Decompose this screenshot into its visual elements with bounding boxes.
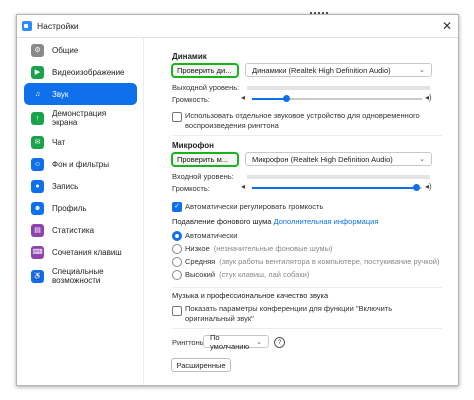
- microphone-volume-fill: [252, 187, 417, 189]
- settings-window: Настройки ✕ ⚙ Общие ▶ Видеоизображение ♫ Звук…: [16, 14, 459, 386]
- advanced-button[interactable]: Расширенные: [171, 358, 231, 372]
- noise-option-label: Высокий: [185, 270, 216, 279]
- chevron-down-icon: ⌄: [419, 156, 425, 163]
- noise-option-label: Низкое: [185, 244, 210, 253]
- speaker-device-value: Динамики (Realtek High Definition Audio): [252, 65, 391, 75]
- speaker-volume-slider[interactable]: [252, 95, 422, 102]
- noise-option-row: Высокий (стук клавиш, лай собаки): [185, 270, 309, 279]
- noise-option-radio[interactable]: [172, 231, 182, 241]
- more-info-link[interactable]: Дополнительная информация: [274, 217, 379, 226]
- original-sound-checkbox[interactable]: [172, 306, 182, 316]
- speaker-volume-thumb[interactable]: [282, 95, 290, 102]
- noise-option-radio[interactable]: [172, 244, 182, 254]
- microphone-heading: Микрофон: [172, 141, 214, 150]
- separate-device-label: Использовать отдельное звуковое устройст…: [185, 111, 420, 130]
- speaker-heading: Динамик: [172, 52, 207, 61]
- noise-suppression-heading-row: Подавление фонового шума Дополнительная …: [172, 217, 378, 226]
- ringtone-value: По умолчанию: [210, 332, 250, 351]
- original-sound-label: Показать параметры конференции для функц…: [185, 304, 393, 323]
- noise-option-radio[interactable]: [172, 257, 182, 267]
- output-level-meter: [247, 86, 430, 90]
- noise-option-row: Средняя (звук работы вентилятора в компью…: [185, 257, 439, 266]
- volume-low-icon: ◂: [241, 182, 246, 191]
- noise-option-label: Средняя: [185, 257, 216, 266]
- speaker-volume-label: Громкость:: [172, 95, 210, 104]
- audio-settings-panel: Динамик Проверить ди... Динамики (Realte…: [17, 15, 458, 385]
- divider: [172, 135, 442, 136]
- noise-option-row: Низкое (незначительные фоновые шумы): [185, 244, 332, 253]
- help-icon[interactable]: ?: [274, 337, 285, 348]
- ringtone-select[interactable]: По умолчанию ⌄: [203, 332, 269, 351]
- volume-high-icon: ◂): [425, 93, 432, 102]
- noise-option-hint: (звук работы вентилятора в компьютере, п…: [219, 257, 440, 266]
- microphone-volume-thumb[interactable]: [413, 184, 421, 191]
- test-speaker-button[interactable]: Проверить ди...: [171, 63, 239, 78]
- microphone-device-select[interactable]: Микрофон (Realtek High Definition Audio)…: [245, 152, 432, 166]
- separate-device-checkbox[interactable]: [172, 112, 182, 122]
- volume-high-icon: ◂): [425, 182, 432, 191]
- auto-volume-label: Автоматически регулировать громкость: [185, 202, 324, 211]
- noise-option-row: Автоматически: [185, 231, 241, 240]
- input-level-meter: [247, 175, 430, 179]
- chevron-down-icon: ⌄: [256, 338, 262, 346]
- noise-option-hint: (незначительные фоновые шумы): [213, 244, 333, 253]
- divider: [172, 328, 442, 329]
- speaker-device-select[interactable]: Динамики (Realtek High Definition Audio)…: [245, 63, 432, 77]
- noise-option-hint: (стук клавиш, лай собаки): [219, 270, 310, 279]
- noise-option-label: Автоматически: [185, 231, 238, 240]
- noise-suppression-heading: Подавление фонового шума: [172, 217, 272, 226]
- auto-volume-checkbox[interactable]: ✓: [172, 202, 182, 212]
- ringtones-label: Рингтоны: [172, 338, 206, 347]
- microphone-volume-slider[interactable]: [252, 184, 422, 191]
- music-heading: Музыка и профессиональное качество звука: [172, 291, 329, 300]
- divider: [172, 287, 442, 288]
- chevron-down-icon: ⌄: [419, 67, 425, 74]
- test-microphone-button[interactable]: Проверить м...: [171, 152, 239, 167]
- output-level-label: Выходной уровень:: [172, 83, 240, 92]
- speaker-volume-fill: [252, 98, 286, 100]
- noise-option-radio[interactable]: [172, 270, 182, 280]
- microphone-volume-label: Громкость:: [172, 184, 210, 193]
- volume-low-icon: ◂: [241, 93, 246, 102]
- microphone-device-value: Микрофон (Realtek High Definition Audio): [252, 154, 393, 164]
- input-level-label: Входной уровень:: [172, 172, 234, 181]
